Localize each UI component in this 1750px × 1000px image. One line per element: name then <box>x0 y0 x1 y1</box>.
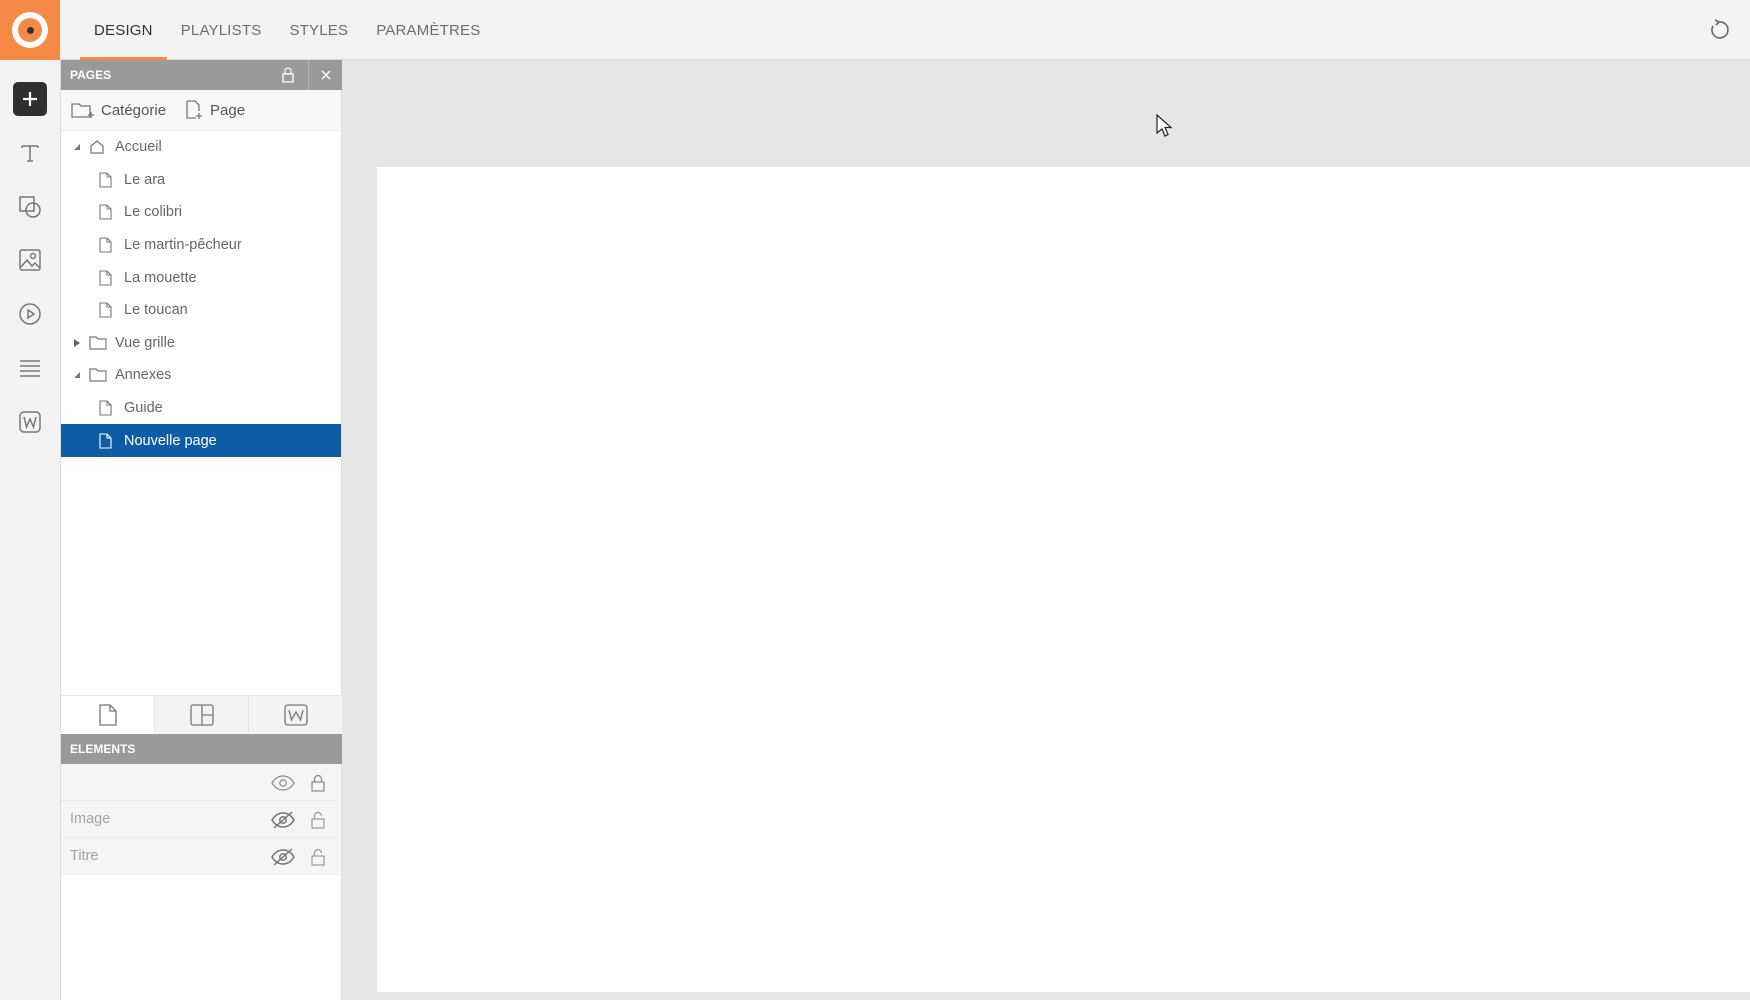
pages-panel-header: PAGES <box>61 60 342 90</box>
page-icon <box>99 302 112 318</box>
eye-off-icon[interactable] <box>270 838 296 875</box>
folder-icon <box>89 368 107 383</box>
page-tree: Accueil Le ara Le colibri Le martin-pêch… <box>61 131 341 457</box>
add-actions: Catégorie Page <box>61 90 341 131</box>
lock-icon[interactable] <box>271 60 305 90</box>
tree-item-label: Le toucan <box>124 302 188 319</box>
left-toolbar <box>0 60 61 1000</box>
image-icon[interactable] <box>13 243 47 277</box>
tree-item-label: Annexes <box>115 367 172 384</box>
text-icon[interactable] <box>13 136 47 170</box>
eye-off-icon[interactable] <box>270 801 296 838</box>
add-category-label: Catégorie <box>101 101 167 119</box>
caret-right-icon[interactable] <box>71 337 83 349</box>
page-icon <box>99 237 112 253</box>
video-icon[interactable] <box>13 297 47 331</box>
element-row[interactable] <box>61 764 341 801</box>
add-page-button[interactable]: Page <box>184 100 245 120</box>
page-icon <box>99 400 112 416</box>
add-folder-icon <box>71 103 94 118</box>
add-page-label: Page <box>210 101 246 119</box>
home-icon <box>89 139 105 155</box>
element-row-titre[interactable]: Titre <box>61 838 341 875</box>
page-icon <box>99 204 112 221</box>
tab-parametres[interactable]: PARAMÈTRES <box>362 0 494 60</box>
tree-item-label: Le colibri <box>124 204 183 221</box>
add-page-icon <box>186 100 203 119</box>
element-label: Image <box>70 811 111 827</box>
tree-item-le-ara[interactable]: Le ara <box>61 164 341 197</box>
top-bar: DESIGN PLAYLISTS STYLES PARAMÈTRES <box>0 0 1750 60</box>
app-logo[interactable] <box>0 0 60 60</box>
page-icon <box>99 433 112 449</box>
layout-view-icon[interactable] <box>155 696 249 734</box>
main-tabs: DESIGN PLAYLISTS STYLES PARAMÈTRES <box>80 0 494 60</box>
widget-icon[interactable] <box>13 405 47 439</box>
tree-item-label: Le ara <box>124 171 166 188</box>
caret-down-icon[interactable] <box>71 141 83 153</box>
shapes-icon[interactable] <box>13 190 47 224</box>
tree-item-label: Nouvelle page <box>124 432 217 449</box>
tree-item-le-toucan[interactable]: Le toucan <box>61 294 341 327</box>
tree-item-label: Guide <box>124 400 163 417</box>
design-workspace[interactable] <box>342 60 1750 1000</box>
mouse-cursor-icon <box>1156 113 1173 143</box>
elements-panel: Image Titre <box>61 764 342 1000</box>
tree-item-label: Accueil <box>115 139 162 156</box>
eye-icon[interactable] <box>270 764 296 801</box>
elements-panel-header: ELEMENTS <box>61 734 342 764</box>
page-view-icon[interactable] <box>61 696 155 734</box>
page-icon <box>99 270 112 286</box>
element-label: Titre <box>70 848 99 864</box>
list-icon[interactable] <box>13 351 47 385</box>
tree-item-label: Vue grille <box>115 334 175 351</box>
widget-view-icon[interactable] <box>249 696 342 734</box>
pages-view-tabs <box>61 695 342 734</box>
undo-icon[interactable] <box>1704 15 1734 45</box>
add-category-button[interactable]: Catégorie <box>71 101 166 119</box>
elements-panel-title: ELEMENTS <box>70 742 136 756</box>
tree-item-guide[interactable]: Guide <box>61 392 341 425</box>
tree-item-accueil[interactable]: Accueil <box>61 131 341 164</box>
tab-styles[interactable]: STYLES <box>275 0 362 60</box>
page-canvas[interactable] <box>377 167 1750 992</box>
pages-panel-title: PAGES <box>70 68 112 82</box>
tree-item-vue-grille[interactable]: Vue grille <box>61 327 341 360</box>
unlock-icon[interactable] <box>305 838 331 875</box>
caret-down-icon[interactable] <box>71 369 83 381</box>
tab-design[interactable]: DESIGN <box>80 0 167 60</box>
unlock-icon[interactable] <box>305 801 331 838</box>
tree-item-label: La mouette <box>124 269 197 286</box>
pages-panel: Catégorie Page Accueil Le ara Le colibri… <box>61 90 342 695</box>
tree-item-la-mouette[interactable]: La mouette <box>61 261 341 294</box>
tab-playlists[interactable]: PLAYLISTS <box>167 0 276 60</box>
add-icon[interactable] <box>13 82 47 116</box>
page-icon <box>99 172 112 188</box>
close-icon[interactable] <box>308 60 342 90</box>
tree-item-nouvelle-page[interactable]: Nouvelle page <box>61 424 341 457</box>
tree-item-annexes[interactable]: Annexes <box>61 359 341 392</box>
tree-item-le-colibri[interactable]: Le colibri <box>61 196 341 229</box>
tree-item-label: Le martin-pêcheur <box>124 237 242 254</box>
lock-icon[interactable] <box>305 764 331 801</box>
element-row-image[interactable]: Image <box>61 801 341 838</box>
tree-item-le-martin-pecheur[interactable]: Le martin-pêcheur <box>61 229 341 262</box>
folder-icon <box>89 336 107 350</box>
